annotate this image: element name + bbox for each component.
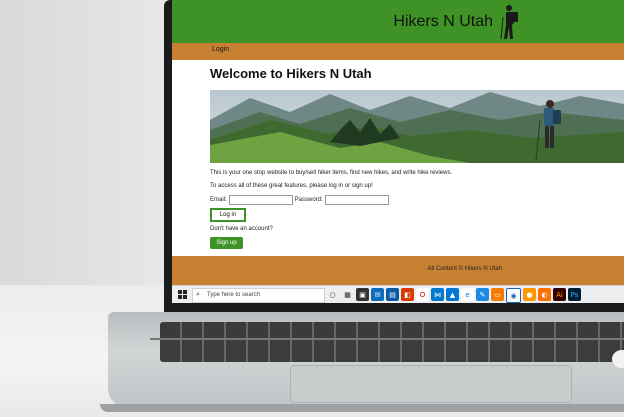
keyboard-divider <box>150 338 624 340</box>
vscode-icon[interactable]: ⋈ <box>431 288 444 301</box>
terminal-icon[interactable]: ▭ <box>491 288 504 301</box>
chrome-icon[interactable]: ◉ <box>506 288 521 303</box>
mountain-banner-image <box>210 90 624 163</box>
main-content: Welcome to Hikers N Utah This is your on… <box>210 66 624 249</box>
widgets-icon[interactable]: ▦ <box>341 288 354 301</box>
site-header: Hikers N Utah <box>172 0 624 43</box>
site-title: Hikers N Utah <box>393 13 493 30</box>
email-label: Email: <box>210 197 227 203</box>
search-icon: ⌕ <box>196 291 200 298</box>
laptop-base-lip <box>100 404 624 412</box>
store-icon[interactable]: ▣ <box>356 288 369 301</box>
login-form: Email: Password: <box>210 195 389 205</box>
taskbar-app-icons: ○ ▦ ▣ ✉ ▤ ◧ O ⋈ ▲ e ✎ ▭ ◉ ● ◐ Ai Ps <box>326 288 581 303</box>
task-view-icon[interactable]: ○ <box>326 288 339 301</box>
email-field[interactable] <box>228 195 293 205</box>
footer-copyright: All Content © Hikers N Utah <box>427 266 502 272</box>
taskbar-search-placeholder: Type here to search <box>207 292 261 298</box>
office-icon[interactable]: ◧ <box>401 288 414 301</box>
photoshop-icon[interactable]: Ps <box>568 288 581 301</box>
password-label: Password: <box>294 197 323 203</box>
nav-login-link[interactable]: Login <box>212 46 229 53</box>
illustrator-icon[interactable]: ◐ <box>538 288 551 301</box>
mail-icon[interactable]: ✉ <box>371 288 384 301</box>
site-footer: All Content © Hikers N Utah <box>172 256 624 285</box>
trackpad <box>290 365 572 403</box>
access-text: To access all of these great features, p… <box>210 183 373 189</box>
site-nav: Login <box>172 43 624 60</box>
windows-taskbar: ⌕ Type here to search ○ ▦ ▣ ✉ ▤ ◧ O ⋈ ▲ … <box>172 285 624 303</box>
app-icon[interactable]: ● <box>523 288 536 301</box>
password-field[interactable] <box>324 195 389 205</box>
calendar-icon[interactable]: ▤ <box>386 288 399 301</box>
opera-icon[interactable]: O <box>416 288 429 301</box>
login-button[interactable]: Log in <box>210 208 246 222</box>
no-account-text: Don't have an account? <box>210 226 273 232</box>
taskbar-search-box[interactable]: ⌕ Type here to search <box>192 288 325 303</box>
notepad-icon[interactable]: ✎ <box>476 288 489 301</box>
browser-screen: Hikers N Utah Login Welcome to Hikers N … <box>172 0 624 285</box>
illustrator-app-icon[interactable]: Ai <box>553 288 566 301</box>
hiker-logo-icon <box>500 5 518 40</box>
edge-icon[interactable]: e <box>461 288 474 301</box>
welcome-heading: Welcome to Hikers N Utah <box>210 66 372 81</box>
signup-button[interactable]: Sign up <box>210 237 243 249</box>
photos-icon[interactable]: ▲ <box>446 288 459 301</box>
intro-text: This is your one stop website to buy/sel… <box>210 170 453 176</box>
keyboard <box>160 322 624 362</box>
windows-start-icon[interactable] <box>178 290 187 299</box>
